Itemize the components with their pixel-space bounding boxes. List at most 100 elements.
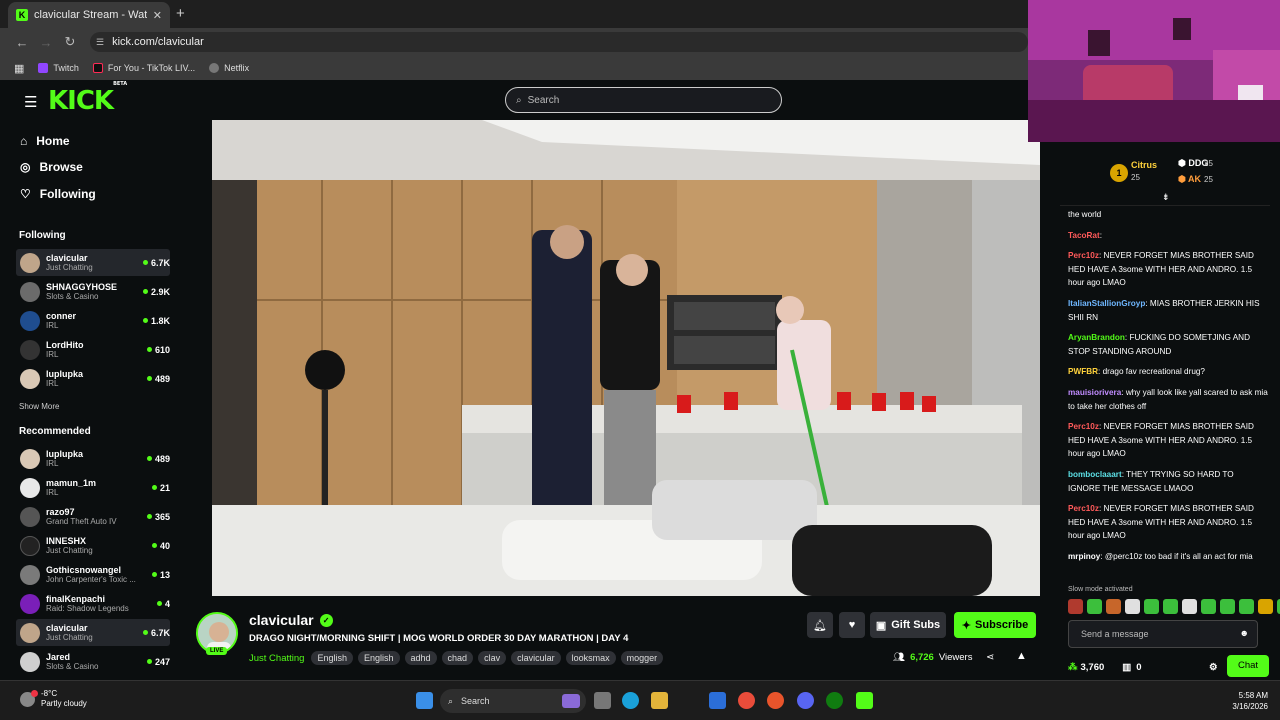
emote-icon[interactable] <box>1201 599 1216 614</box>
tag[interactable]: adhd <box>404 651 437 665</box>
sidebar-channel[interactable]: Gothicsnowangel John Carpenter's Toxic ..… <box>16 561 170 588</box>
chat-username[interactable]: Perc10z <box>1068 251 1099 260</box>
gift-subs-button[interactable]: ▣ Gift Subs <box>870 612 946 638</box>
apps-grid-icon[interactable]: ▦ <box>14 62 24 75</box>
viewer-count-value: 6.7K <box>150 257 170 268</box>
inventory-icon[interactable]: ▥ <box>1122 662 1131 673</box>
send-chat-button[interactable]: Chat <box>1227 655 1269 677</box>
recording-app-icon[interactable] <box>767 692 784 709</box>
sidebar-channel[interactable]: LordHito IRL 610 <box>16 336 170 363</box>
url-text: kick.com/clavicular <box>112 36 204 48</box>
emote-icon[interactable] <box>1087 599 1102 614</box>
tag[interactable]: clavicular <box>511 651 561 665</box>
bookmark-twitch[interactable]: Twitch <box>38 63 79 73</box>
browser-tab[interactable]: K clavicular Stream - Watch Live ... ✕ <box>8 2 170 28</box>
chrome-icon[interactable] <box>738 692 755 709</box>
chat-text: drago fav recreational drug? <box>1102 367 1205 377</box>
menu-icon[interactable]: ☰ <box>24 93 37 111</box>
expand-icon[interactable]: ⇟ <box>1162 192 1170 203</box>
kick-app-icon[interactable] <box>856 692 873 709</box>
channel-category: IRL <box>46 459 59 468</box>
chat-username[interactable]: mrpinoy <box>1068 552 1100 561</box>
site-info-icon[interactable]: ☰ <box>96 37 104 48</box>
chat-username[interactable]: TacoRat <box>1068 231 1100 240</box>
sidebar-channel[interactable]: conner IRL 1.8K <box>16 307 170 334</box>
sidebar: ⌂ Home ◎ Browse ♡ Following Following clavi… <box>8 120 178 680</box>
sidebar-channel[interactable]: finalKenpachi Raid: Shadow Legends 4 <box>16 590 170 617</box>
back-icon[interactable]: ← <box>10 35 34 50</box>
emote-icon[interactable] <box>1163 599 1178 614</box>
emote-icon[interactable] <box>1106 599 1121 614</box>
chat-panel: 1 Citrus 25 ⬢ DDG 25 ⬢ AK 25 ⇟ the world… <box>1060 142 1280 680</box>
kick-logo[interactable]: KICKBETA <box>48 81 127 116</box>
file-explorer-icon[interactable] <box>651 692 668 709</box>
follow-button[interactable]: ♥ <box>839 612 865 638</box>
sidebar-channel[interactable]: clavicular Just Chatting 6.7K <box>16 619 170 646</box>
subscribe-button[interactable]: ✦ Subscribe <box>954 612 1036 638</box>
settings-gear-icon[interactable]: ⚙ <box>1209 662 1218 673</box>
chat-username[interactable]: bomboclaaart <box>1068 470 1122 479</box>
streamer-name[interactable]: clavicular ✓ <box>249 612 333 628</box>
bookmark-tiktok[interactable]: For You - TikTok LIV... <box>92 63 195 73</box>
bookmark-netflix[interactable]: Netflix <box>209 63 249 73</box>
chat-username[interactable]: mauisiorivera <box>1068 388 1121 397</box>
tag[interactable]: clav <box>478 651 507 665</box>
report-icon[interactable]: ▲ <box>1016 650 1027 662</box>
forward-icon[interactable]: → <box>34 35 58 50</box>
sidebar-channel[interactable]: mamun_1m IRL 21 <box>16 474 170 501</box>
tag[interactable]: chad <box>441 651 474 665</box>
nav-home[interactable]: ⌂ Home <box>20 134 70 148</box>
discord-icon[interactable] <box>797 692 814 709</box>
emote-icon[interactable] <box>1125 599 1140 614</box>
video-player[interactable] <box>212 120 1040 596</box>
tag[interactable]: English <box>311 651 353 665</box>
leader-name-text: AK <box>1188 174 1202 184</box>
channel-name: mamun_1m <box>46 478 97 488</box>
emote-icon[interactable] <box>1182 599 1197 614</box>
taskbar-search[interactable]: ⌕ Search <box>440 689 586 713</box>
chat-username[interactable]: PWFBR <box>1068 367 1098 376</box>
weather-widget[interactable]: -8°C Partly cloudy <box>20 689 87 709</box>
emote-icon[interactable] <box>1258 599 1273 614</box>
search-input[interactable]: ⌕ Search <box>505 87 782 113</box>
sidebar-channel[interactable]: INNESHX Just Chatting 40 <box>16 532 170 559</box>
channel-name: luplupka <box>46 449 84 459</box>
nav-following[interactable]: ♡ Following <box>20 187 96 201</box>
xbox-icon[interactable] <box>826 692 843 709</box>
emote-icon[interactable] <box>1220 599 1235 614</box>
category-link[interactable]: Just Chatting <box>249 653 304 664</box>
notification-bell-button[interactable]: 🔔︎ <box>807 612 833 638</box>
chat-username[interactable]: ItalianStallionGroyp <box>1068 299 1145 308</box>
task-view-icon[interactable] <box>594 692 611 709</box>
viewer-count-value: 489 <box>154 373 170 384</box>
sidebar-channel[interactable]: razo97 Grand Theft Auto IV 365 <box>16 503 170 530</box>
chat-username[interactable]: AryanBrandon <box>1068 333 1125 342</box>
chat-username[interactable]: Perc10z <box>1068 422 1099 431</box>
emote-icon[interactable] <box>1144 599 1159 614</box>
sidebar-channel[interactable]: Jared Slots & Casino 247 <box>16 648 170 675</box>
share-icon[interactable]: ⋖ <box>986 652 994 663</box>
nav-browse[interactable]: ◎ Browse <box>20 160 83 174</box>
outlook-icon[interactable] <box>709 692 726 709</box>
sidebar-channel[interactable]: clavicular Just Chatting 6.7K <box>16 249 170 276</box>
sidebar-channel[interactable]: SHNAGGYHOSE Slots & Casino 2.9K <box>16 278 170 305</box>
show-more-link[interactable]: Show More <box>19 402 59 411</box>
emoji-icon[interactable]: ☻ <box>1240 628 1249 638</box>
url-field[interactable]: ☰ kick.com/clavicular <box>90 32 1028 52</box>
chat-input[interactable]: Send a message ☻ <box>1068 620 1258 648</box>
system-clock[interactable]: 5:58 AM 3/16/2026 <box>1232 690 1268 712</box>
tag[interactable]: looksmax <box>565 651 616 665</box>
sidebar-channel[interactable]: luplupka IRL 489 <box>16 445 170 472</box>
close-tab-icon[interactable]: ✕ <box>153 9 162 22</box>
windows-start-icon[interactable] <box>416 692 433 709</box>
emote-icon[interactable] <box>1068 599 1083 614</box>
tag[interactable]: English <box>357 651 400 665</box>
emote-icon[interactable] <box>1239 599 1254 614</box>
reload-icon[interactable]: ↻ <box>58 34 82 50</box>
chat-username[interactable]: Perc10z <box>1068 504 1099 513</box>
sidebar-channel[interactable]: luplupka IRL 489 <box>16 365 170 392</box>
new-tab-icon[interactable]: + <box>176 5 185 22</box>
edge-icon[interactable] <box>622 692 639 709</box>
channel-category: IRL <box>46 321 59 330</box>
tag[interactable]: mogger <box>620 651 664 665</box>
